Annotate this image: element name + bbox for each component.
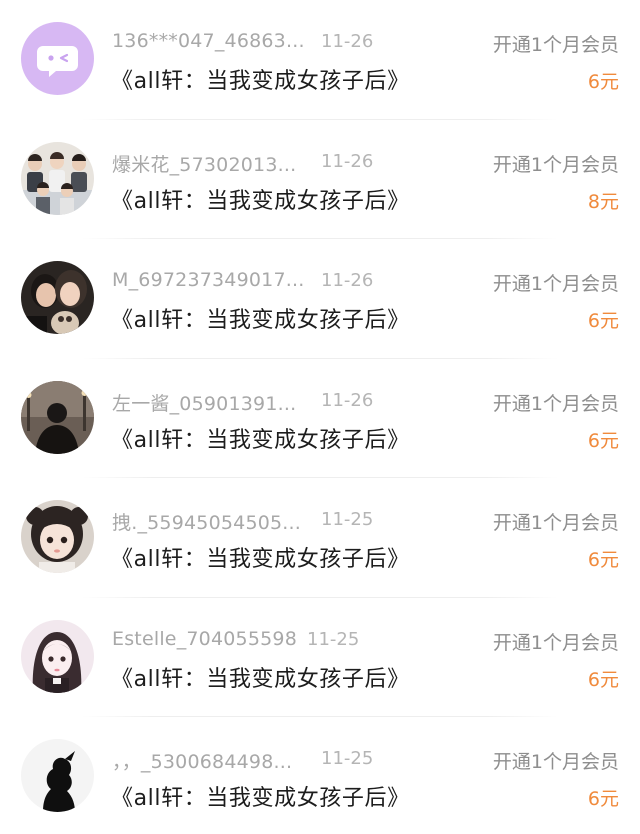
book-title[interactable]: 《all轩：当我变成女孩子后》 <box>111 63 410 95</box>
avatar[interactable] <box>21 380 94 454</box>
book-title[interactable]: 《all轩：当我变成女孩子后》 <box>111 183 410 215</box>
group-photo-icon <box>21 141 94 215</box>
price-label: 6元 <box>587 788 619 810</box>
silhouette-photo-icon <box>21 380 94 454</box>
username: 拽._55945054505... <box>112 512 302 534</box>
username: Estelle_704055598 <box>112 627 297 650</box>
purchase-action: 开通1个月会员 <box>492 751 619 773</box>
black-silhouette-icon <box>21 739 94 812</box>
purchase-action: 开通1个月会员 <box>492 153 619 176</box>
purchase-action: 开通1个月会员 <box>492 392 619 415</box>
list-item[interactable]: 左一酱_05901391... 11-26 开通1个月会员 《all轩：当我变成… <box>0 359 640 478</box>
list-item[interactable]: M_697237349017... 11-26 开通1个月会员 《all轩：当我… <box>0 239 640 359</box>
price-label: 6元 <box>587 549 619 571</box>
price-label: 6元 <box>587 310 619 332</box>
username: 爆米花_57302013... <box>112 153 297 176</box>
purchase-action: 开通1个月会员 <box>492 631 619 654</box>
chat-bubble-icon <box>21 22 94 95</box>
book-title[interactable]: 《all轩：当我变成女孩子后》 <box>111 541 410 573</box>
avatar[interactable] <box>21 261 94 334</box>
book-title[interactable]: 《all轩：当我变成女孩子后》 <box>111 780 410 812</box>
purchase-date: 11-26 <box>321 270 374 291</box>
child-photo-icon <box>21 500 94 573</box>
list-item[interactable]: Estelle_704055598 11-25 开通1个月会员 《all轩：当我… <box>0 598 640 717</box>
purchase-date: 11-25 <box>321 509 374 530</box>
price-label: 8元 <box>587 190 619 213</box>
avatar[interactable] <box>21 739 94 812</box>
purchase-list: 136***047_46863... 11-26 开通1个月会员 《all轩：当… <box>0 0 640 834</box>
avatar[interactable] <box>21 141 94 215</box>
avatar[interactable] <box>21 619 94 693</box>
book-title[interactable]: 《all轩：当我变成女孩子后》 <box>111 661 410 693</box>
list-item[interactable]: ，，_5300684498... 11-25 开通1个月会员 《all轩：当我变… <box>0 717 640 834</box>
list-item[interactable]: 拽._55945054505... 11-25 开通1个月会员 《all轩：当我… <box>0 478 640 598</box>
username: M_697237349017... <box>112 269 305 291</box>
purchase-date: 11-26 <box>321 31 374 52</box>
list-item[interactable]: 136***047_46863... 11-26 开通1个月会员 《all轩：当… <box>0 0 640 120</box>
username: 左一酱_05901391... <box>112 392 297 415</box>
username: ，，_5300684498... <box>112 751 293 773</box>
book-title[interactable]: 《all轩：当我变成女孩子后》 <box>111 302 410 334</box>
purchase-date: 11-26 <box>321 150 374 172</box>
purchase-date: 11-25 <box>321 748 374 769</box>
purchase-date: 11-25 <box>307 628 360 650</box>
price-label: 6元 <box>587 429 619 452</box>
username: 136***047_46863... <box>112 30 305 52</box>
price-label: 6元 <box>587 668 619 691</box>
purchase-action: 开通1个月会员 <box>492 34 619 56</box>
book-title[interactable]: 《all轩：当我变成女孩子后》 <box>111 422 410 454</box>
list-item[interactable]: 爆米花_57302013... 11-26 开通1个月会员 《all轩：当我变成… <box>0 120 640 239</box>
avatar[interactable] <box>21 22 94 95</box>
price-label: 6元 <box>587 71 619 93</box>
avatar[interactable] <box>21 500 94 573</box>
couple-photo-icon <box>21 261 94 334</box>
purchase-date: 11-26 <box>321 389 374 411</box>
purchase-action: 开通1个月会员 <box>492 273 619 295</box>
purchase-action: 开通1个月会员 <box>492 512 619 534</box>
girl-photo-icon <box>21 619 94 693</box>
